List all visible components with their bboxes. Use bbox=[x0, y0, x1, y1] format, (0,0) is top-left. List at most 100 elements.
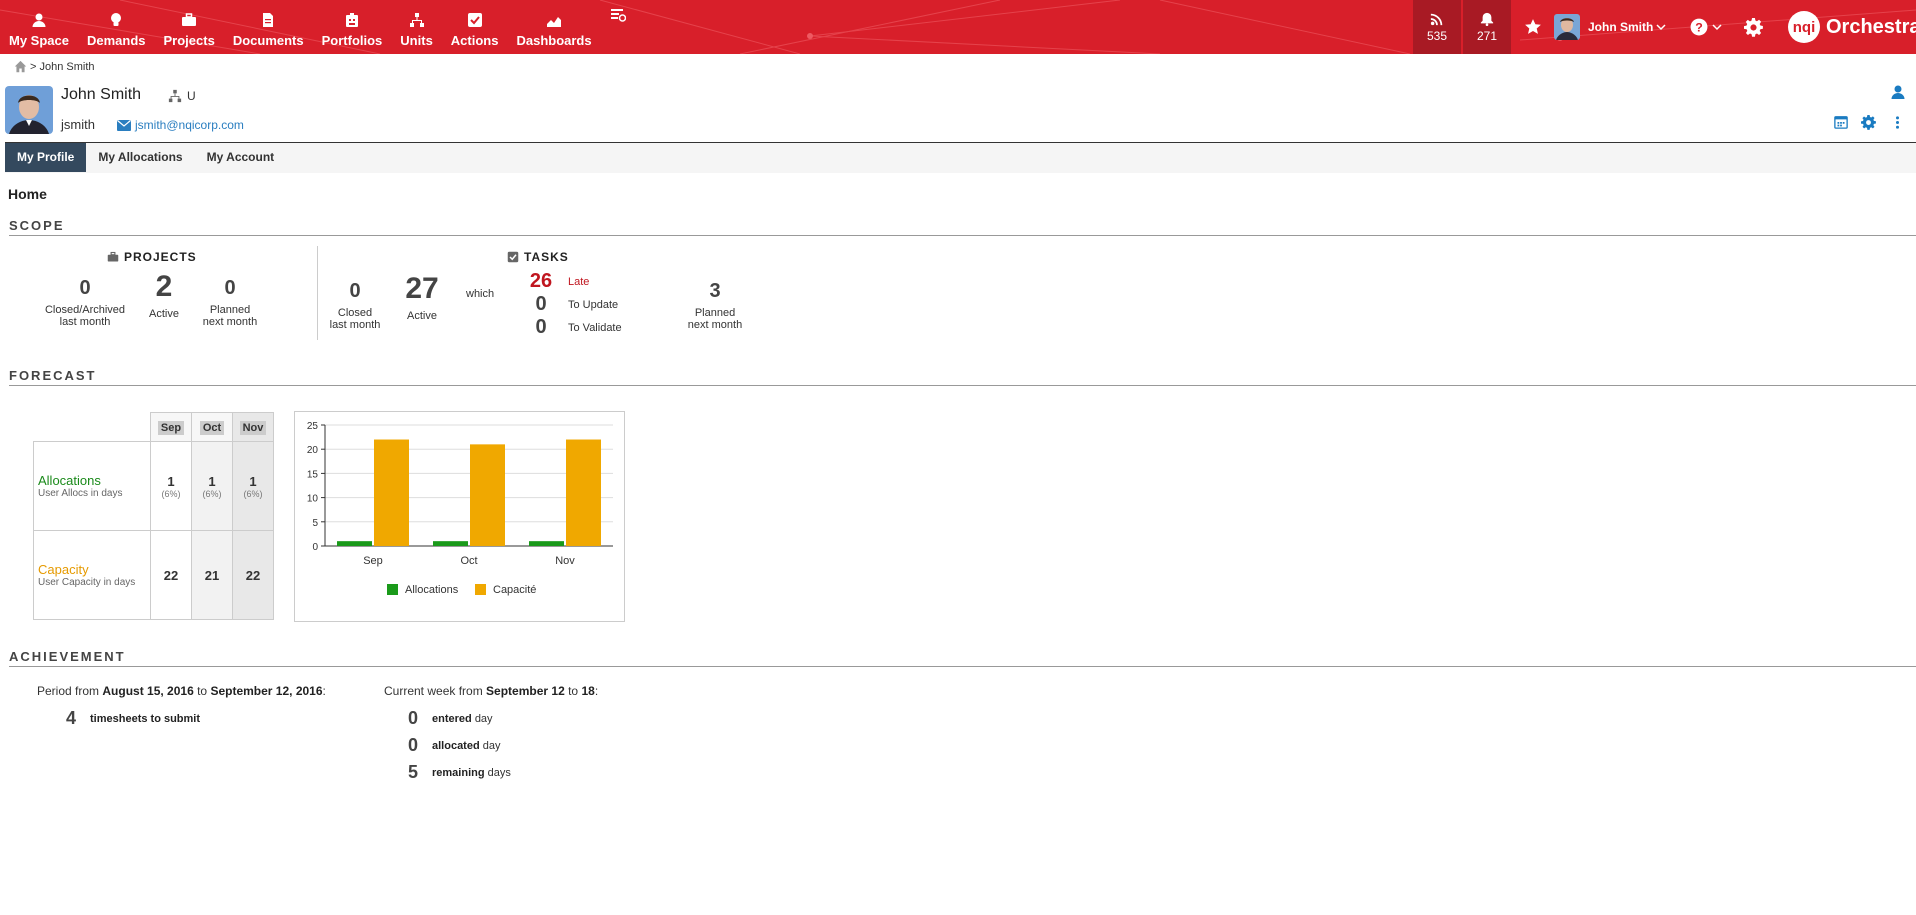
help-menu[interactable]: ? bbox=[1690, 0, 1722, 54]
notification-counter[interactable]: 271 bbox=[1463, 0, 1511, 54]
bar-allocations-sep bbox=[337, 541, 372, 546]
y-tick-label: 20 bbox=[307, 445, 319, 456]
tasks-to-validate-row[interactable]: 0 To Validate bbox=[526, 316, 621, 339]
tasks-closed-stat[interactable]: 0 Closed last month bbox=[325, 280, 385, 331]
stat-label: next month bbox=[687, 319, 743, 331]
profile-unit[interactable]: U bbox=[168, 89, 196, 103]
nav-label: Demands bbox=[86, 33, 146, 48]
capacity-cell-nov: 22 bbox=[232, 530, 274, 620]
chevron-down-icon bbox=[1712, 24, 1722, 31]
legend-swatch bbox=[387, 584, 398, 595]
nav-portfolios[interactable]: Portfolios bbox=[313, 0, 392, 54]
page-title: Home bbox=[8, 186, 47, 202]
bar-capacité-sep bbox=[374, 439, 409, 546]
lightbulb-icon bbox=[111, 13, 122, 26]
tasks-active-stat[interactable]: 27 Active bbox=[397, 272, 447, 322]
profile-login: jsmith bbox=[61, 117, 95, 132]
capacity-label: Capacity bbox=[38, 562, 89, 577]
tasks-late-row[interactable]: 26 Late bbox=[526, 270, 590, 293]
nav-label: Projects bbox=[163, 33, 215, 48]
period-start: August 15, 2016 bbox=[102, 684, 194, 698]
allocated-rest: day bbox=[482, 739, 501, 752]
period-to: to bbox=[197, 684, 208, 698]
month-header-sep: Sep bbox=[150, 412, 192, 442]
nav-units[interactable]: Units bbox=[391, 0, 442, 54]
y-tick-label: 25 bbox=[307, 421, 319, 432]
tab-my-allocations[interactable]: My Allocations bbox=[86, 143, 194, 172]
allocations-sub: User Allocs in days bbox=[38, 488, 123, 499]
breadcrumb-current: John Smith bbox=[39, 60, 95, 73]
y-tick-label: 5 bbox=[312, 518, 318, 529]
week-start: September 12 bbox=[486, 684, 565, 698]
late-count: 26 bbox=[529, 270, 553, 292]
capacity-cell-sep: 22 bbox=[150, 530, 192, 620]
chevron-down-icon bbox=[1656, 24, 1666, 31]
month-label: Nov bbox=[239, 420, 267, 435]
bell-icon bbox=[1480, 12, 1494, 26]
nav-my-space[interactable]: My Space bbox=[0, 0, 78, 54]
nav-actions[interactable]: Actions bbox=[442, 0, 508, 54]
to-update-label: To Update bbox=[568, 298, 619, 311]
home-icon[interactable] bbox=[14, 60, 27, 73]
stat-label: Closed/Archived bbox=[44, 304, 126, 316]
list-icon bbox=[610, 9, 626, 22]
calendar-button[interactable] bbox=[1834, 115, 1848, 132]
projects-title-text: PROJECTS bbox=[124, 250, 197, 264]
tasks-planned-stat[interactable]: 3 Planned next month bbox=[685, 280, 745, 331]
profile-email-link[interactable]: jsmith@nqicorp.com bbox=[117, 118, 244, 132]
cell-value: 21 bbox=[204, 567, 220, 583]
stat-label: next month bbox=[202, 316, 258, 328]
period-prefix: Period from bbox=[37, 684, 100, 698]
to-update-count: 0 bbox=[535, 293, 547, 315]
tab-my-profile[interactable]: My Profile bbox=[5, 143, 87, 172]
tab-my-account[interactable]: My Account bbox=[195, 143, 287, 172]
timesheets-row[interactable]: 4 timesheets to submit bbox=[62, 708, 200, 729]
nav-documents[interactable]: Documents bbox=[224, 0, 313, 54]
help-icon: ? bbox=[1690, 18, 1708, 36]
nav-projects[interactable]: Projects bbox=[155, 0, 224, 54]
projects-closed-stat[interactable]: 0 Closed/Archived last month bbox=[40, 277, 130, 328]
period-text: Period from August 15, 2016 to September… bbox=[37, 684, 326, 698]
breadcrumb: > John Smith bbox=[14, 60, 95, 73]
feed-counter[interactable]: 535 bbox=[1413, 0, 1461, 54]
allocations-row-label: Allocations User Allocs in days bbox=[33, 441, 151, 531]
breadcrumb-separator: > bbox=[30, 60, 37, 73]
tasks-which-label: which bbox=[466, 288, 495, 300]
month-header-oct: Oct bbox=[191, 412, 233, 442]
more-options-button[interactable] bbox=[1890, 115, 1905, 133]
main-nav: My Space Demands Projects Documents Port… bbox=[0, 0, 635, 54]
stat-value: 27 bbox=[405, 272, 439, 305]
nav-more[interactable] bbox=[601, 0, 635, 54]
x-tick-label: Nov bbox=[555, 555, 575, 567]
user-menu[interactable]: John Smith bbox=[1554, 0, 1666, 54]
envelope-icon bbox=[117, 119, 131, 131]
user-profile-button[interactable] bbox=[1890, 84, 1906, 103]
scope-section-header: SCOPE bbox=[9, 218, 1916, 236]
avatar bbox=[5, 86, 53, 134]
capacity-row-label: Capacity User Capacity in days bbox=[33, 530, 151, 620]
forecast-chart: 0 5 10 15 20 25 Sep Oct Nov Allocations Capacité bbox=[294, 411, 625, 622]
email-text: jsmith@nqicorp.com bbox=[135, 118, 244, 132]
nav-demands[interactable]: Demands bbox=[78, 0, 155, 54]
scope-divider bbox=[317, 246, 318, 340]
nav-label: Units bbox=[400, 33, 433, 48]
favorites-button[interactable] bbox=[1524, 0, 1542, 54]
checkbox-icon bbox=[507, 251, 519, 263]
user-icon bbox=[1891, 85, 1905, 99]
settings-button[interactable] bbox=[1744, 0, 1763, 54]
nav-label: Actions bbox=[450, 33, 499, 48]
nav-label: My Space bbox=[9, 33, 69, 48]
projects-active-stat[interactable]: 2 Active bbox=[139, 270, 189, 320]
area-chart-icon bbox=[547, 17, 562, 27]
orchestra-logo[interactable]: nqi Orchestra bbox=[1788, 0, 1916, 54]
projects-planned-stat[interactable]: 0 Planned next month bbox=[200, 277, 260, 328]
cell-value: 1 bbox=[208, 473, 216, 489]
tasks-to-update-row[interactable]: 0 To Update bbox=[526, 293, 618, 316]
nav-label: Portfolios bbox=[321, 33, 383, 48]
y-tick-label: 15 bbox=[307, 469, 319, 480]
nav-dashboards[interactable]: Dashboards bbox=[507, 0, 600, 54]
profile-settings-button[interactable] bbox=[1861, 115, 1876, 133]
star-icon bbox=[1525, 19, 1541, 34]
entered-count: 0 bbox=[407, 708, 418, 728]
stat-value: 0 bbox=[224, 277, 236, 299]
